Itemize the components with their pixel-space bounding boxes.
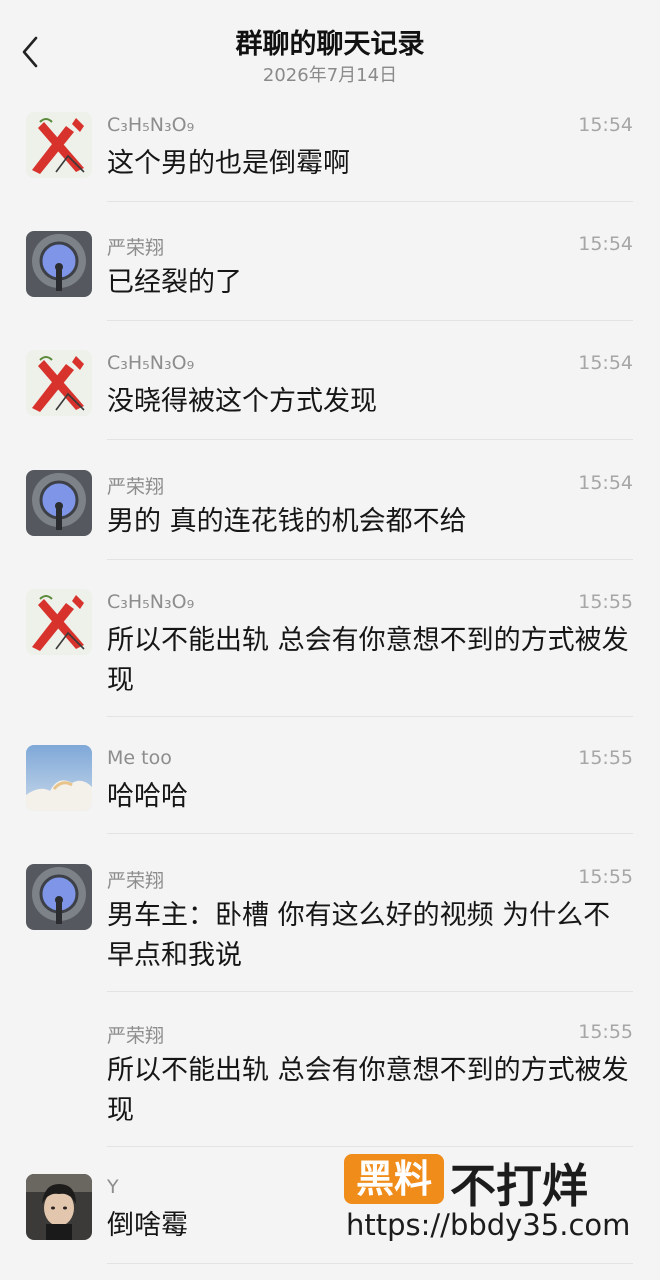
divider <box>107 716 633 717</box>
avatar[interactable] <box>26 1174 92 1240</box>
message-text: 已经裂的了 <box>107 267 242 298</box>
message-time: 15:54 <box>578 114 633 136</box>
divider <box>107 833 633 834</box>
message-time: 15:55 <box>578 747 633 769</box>
sender-name: 严荣翔 <box>107 1025 165 1047</box>
message-time: 15:55 <box>578 591 633 613</box>
sender-name: Y <box>107 1176 119 1198</box>
sender-name: Me too <box>107 747 172 769</box>
message-time: 15:54 <box>578 233 633 255</box>
avatar[interactable] <box>26 231 92 297</box>
message-text: 男车主：卧槽 你有这么好的视频 为什么不早点和我说 <box>107 900 611 971</box>
divider <box>107 201 633 202</box>
sender-name: 严荣翔 <box>107 870 165 892</box>
person-photo <box>26 1174 92 1240</box>
tunnel-photo <box>26 864 92 930</box>
message-text: 所以不能出轨 总会有你意想不到的方式被发现 <box>107 625 629 696</box>
sky-photo <box>26 745 92 811</box>
avatar[interactable] <box>26 864 92 930</box>
message-time: 15:54 <box>578 352 633 374</box>
sender-name: C₃H₅N₃O₉ <box>107 352 195 374</box>
divider <box>107 320 633 321</box>
divider <box>107 439 633 440</box>
avatar[interactable] <box>26 470 92 536</box>
page-title: 群聊的聊天记录 <box>235 29 425 60</box>
message-text: 这个男的也是倒霉啊 <box>107 148 350 179</box>
avatar[interactable] <box>26 589 92 655</box>
tunnel-photo <box>26 231 92 297</box>
message-text: 哈哈哈 <box>107 781 188 812</box>
watermark-logo-text: 黑料 <box>355 1157 432 1201</box>
watermark-url: https://bbdy35.com <box>346 1208 631 1242</box>
message-text: 没晓得被这个方式发现 <box>107 386 377 417</box>
chat-date: 2026年7月14日 <box>262 65 398 86</box>
avatar[interactable] <box>26 745 92 811</box>
divider <box>107 991 633 992</box>
tunnel-photo <box>26 470 92 536</box>
sender-name: C₃H₅N₃O₉ <box>107 114 195 136</box>
sender-name: 严荣翔 <box>107 476 165 498</box>
divider <box>107 1146 633 1147</box>
divider <box>107 1263 633 1264</box>
message-text: 男的 真的连花钱的机会都不给 <box>107 506 467 537</box>
avatar[interactable] <box>26 350 92 416</box>
red-x-icon <box>26 112 92 178</box>
red-x-icon <box>26 589 92 655</box>
sender-name: 严荣翔 <box>107 237 165 259</box>
watermark: 黑料 不打烊 https://bbdy35.com <box>344 1150 644 1250</box>
divider <box>107 559 633 560</box>
red-x-icon <box>26 350 92 416</box>
message-time: 15:54 <box>578 472 633 494</box>
message-time: 15:55 <box>578 1021 633 1043</box>
header: 群聊的聊天记录 2026年7月14日 <box>0 0 660 98</box>
watermark-brand: 不打烊 <box>450 1159 588 1213</box>
message-time: 15:55 <box>578 866 633 888</box>
avatar[interactable] <box>26 112 92 178</box>
sender-name: C₃H₅N₃O₉ <box>107 591 195 613</box>
message-text: 所以不能出轨 总会有你意想不到的方式被发现 <box>107 1055 629 1126</box>
